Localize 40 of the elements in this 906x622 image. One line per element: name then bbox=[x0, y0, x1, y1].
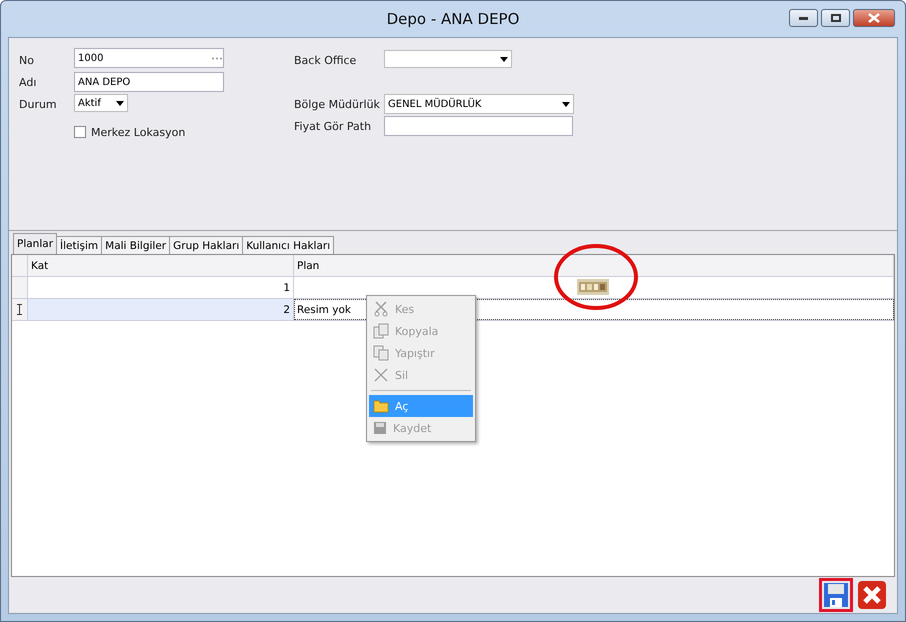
dropdown-caret-icon bbox=[562, 102, 570, 106]
region-dropdown[interactable]: GENEL MÜDÜRLÜK bbox=[384, 94, 574, 114]
minimize-icon bbox=[799, 16, 808, 20]
cancel-button[interactable] bbox=[855, 578, 889, 612]
tab[interactable]: Kullanıcı Hakları bbox=[242, 236, 334, 254]
close-button[interactable] bbox=[853, 9, 895, 27]
field-label: No bbox=[19, 52, 35, 68]
window-title: Depo - ANA DEPO bbox=[386, 10, 520, 28]
table-cell: 2 bbox=[28, 299, 294, 320]
field-label: Back Office bbox=[294, 52, 358, 68]
field-label: Durum bbox=[19, 96, 58, 112]
paste-icon bbox=[373, 345, 389, 361]
price-path-field[interactable] bbox=[384, 116, 573, 136]
checkbox-label: Merkez Lokasyon bbox=[91, 124, 186, 140]
tab[interactable]: İletişim bbox=[56, 236, 102, 254]
minimize-button[interactable] bbox=[789, 9, 818, 27]
column-header: Kat bbox=[28, 255, 294, 276]
dropdown-caret-icon bbox=[500, 56, 508, 62]
status-dropdown[interactable]: Aktif bbox=[74, 94, 128, 112]
number-field[interactable]: 1000 bbox=[74, 48, 224, 68]
dropdown-caret-icon bbox=[116, 100, 124, 106]
copy-icon bbox=[373, 323, 389, 339]
ellipsis-icon bbox=[211, 56, 223, 60]
field-label: Fiyat Gör Path bbox=[294, 118, 372, 134]
field-label: Bölge Müdürlük bbox=[294, 96, 381, 112]
maximize-icon bbox=[830, 14, 840, 22]
maximize-button[interactable] bbox=[821, 9, 850, 27]
main-location-checkbox[interactable] bbox=[74, 126, 86, 138]
column-header: Plan bbox=[294, 255, 894, 276]
delete-icon bbox=[373, 367, 389, 383]
scissors-icon bbox=[373, 301, 389, 317]
field-label: Adı bbox=[19, 74, 38, 90]
save-button[interactable] bbox=[819, 578, 853, 612]
folder-icon bbox=[373, 399, 389, 413]
close-icon bbox=[868, 13, 880, 23]
tab[interactable]: Grup Hakları bbox=[169, 236, 244, 254]
tab[interactable]: Planlar bbox=[13, 233, 58, 254]
tab[interactable]: Mali Bilgiler bbox=[101, 236, 170, 254]
text-cursor-icon bbox=[17, 304, 22, 315]
name-field[interactable]: ANA DEPO bbox=[74, 72, 224, 92]
